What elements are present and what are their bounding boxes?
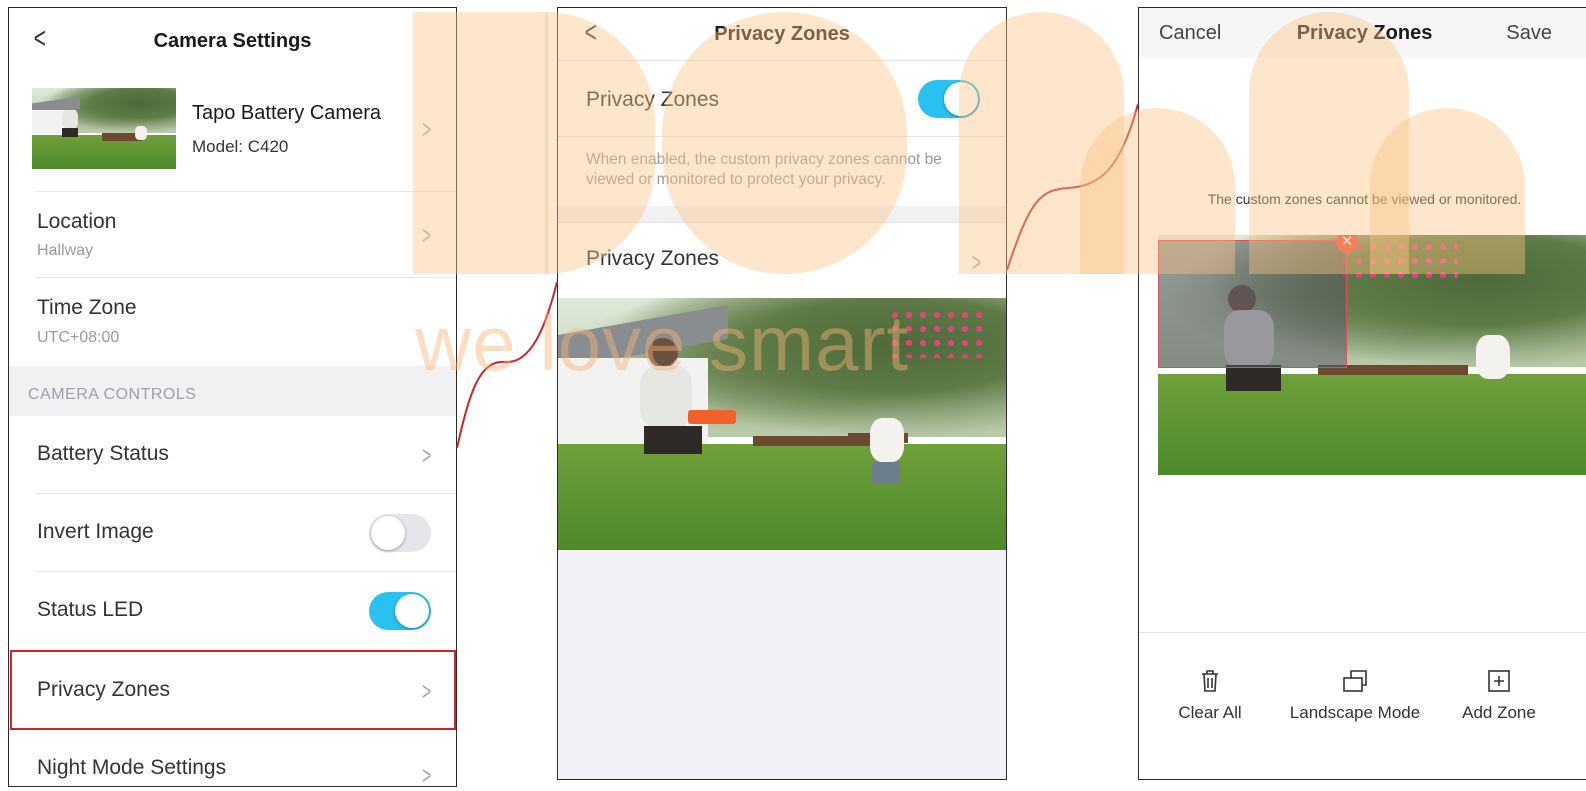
flow-connectors: [456, 103, 1139, 449]
